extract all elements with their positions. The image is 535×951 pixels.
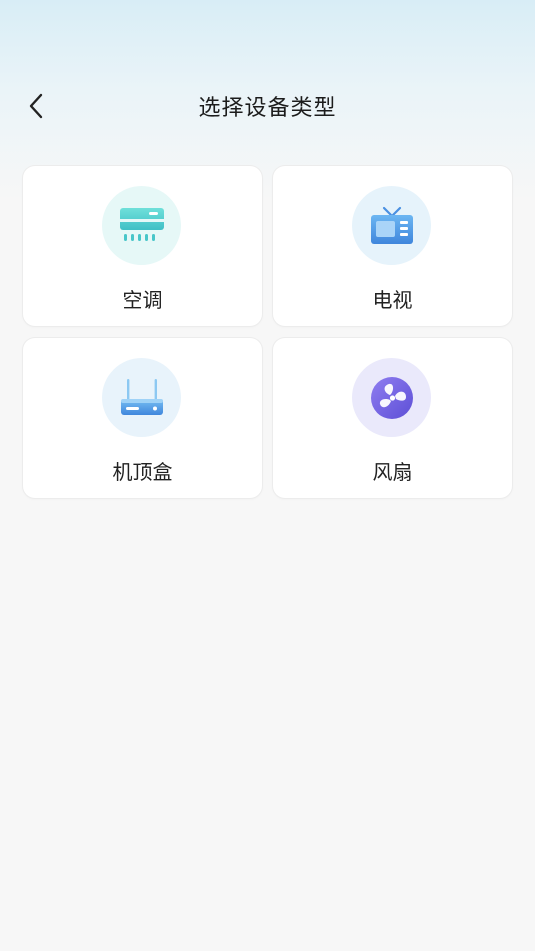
device-card-set-top-box[interactable]: 机顶盒 — [23, 338, 262, 498]
set-top-box-icon-circle — [102, 358, 181, 437]
air-conditioner-icon — [119, 207, 164, 241]
device-label: 风扇 — [372, 460, 413, 484]
device-card-air-conditioner[interactable]: 空调 — [23, 166, 262, 326]
header-bar: 选择设备类型 — [0, 72, 535, 140]
page-title: 选择设备类型 — [198, 96, 337, 121]
device-type-grid: 空调 电视 机顶盒 风扇 — [23, 166, 512, 498]
device-card-fan[interactable]: 风扇 — [273, 338, 512, 498]
fan-icon — [370, 376, 413, 419]
device-card-tv[interactable]: 电视 — [273, 166, 512, 326]
tv-icon-circle — [352, 186, 431, 265]
tv-icon — [370, 206, 413, 244]
device-label: 机顶盒 — [112, 460, 173, 484]
air-conditioner-icon-circle — [102, 186, 181, 265]
set-top-box-icon — [120, 378, 163, 415]
device-label: 电视 — [372, 288, 413, 312]
fan-icon-circle — [352, 358, 431, 437]
device-label: 空调 — [122, 288, 163, 312]
